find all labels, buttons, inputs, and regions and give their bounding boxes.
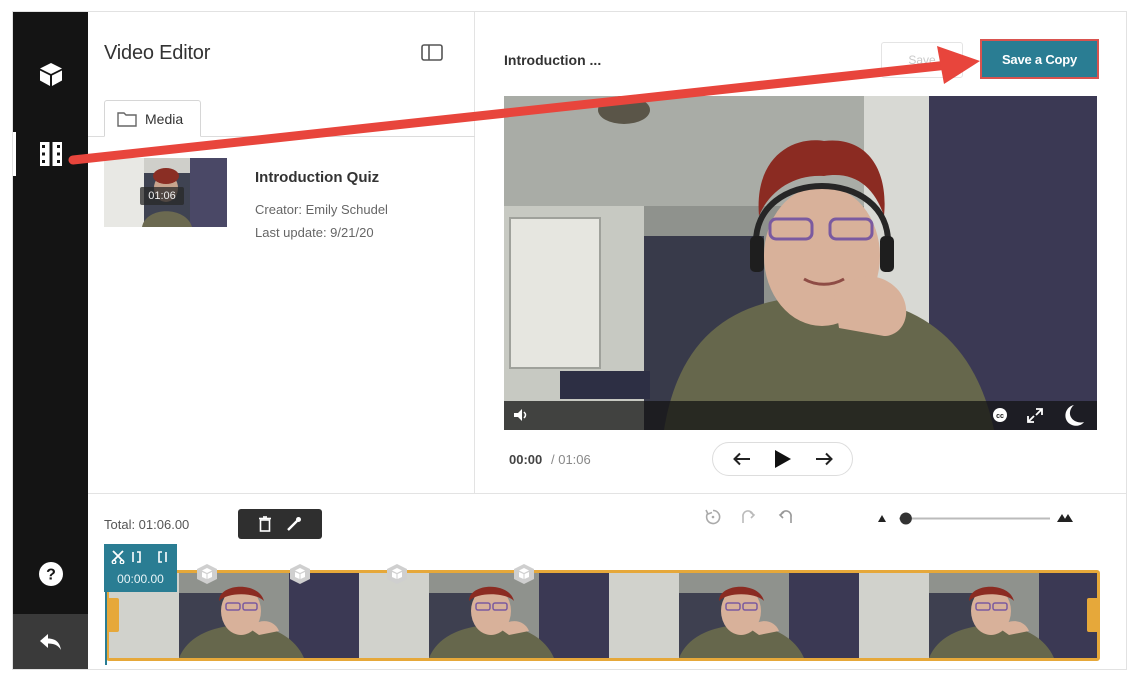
annotation-arrow [68,46,980,165]
video-editor-window: ? Video Editor Media 01:06 Introduction … [13,12,1126,669]
